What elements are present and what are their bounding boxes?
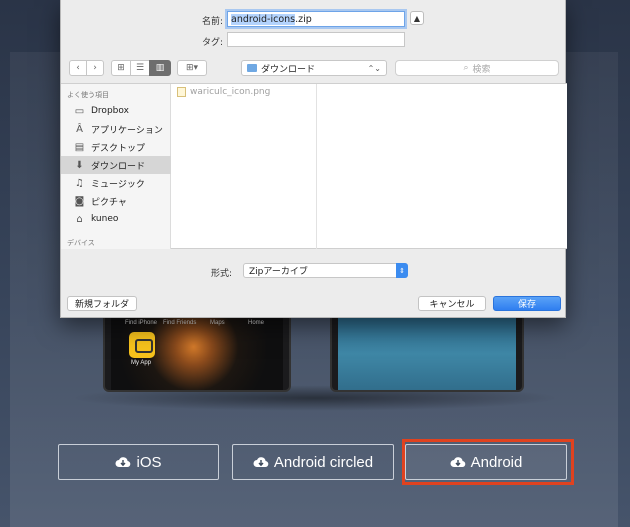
sidebar-item-downloads[interactable]: ⬇ ダウンロード xyxy=(61,156,171,174)
file-name: wariculc_icon.png xyxy=(190,87,271,97)
app-label-find-iphone: Find iPhone xyxy=(125,320,158,326)
filename-extension: .zip xyxy=(295,14,312,25)
sidebar-item-desktop[interactable]: ▤ デスクトップ xyxy=(61,138,171,156)
format-select[interactable]: Zipアーカイブ ⇕ xyxy=(243,263,408,278)
chevron-left-icon: ‹ xyxy=(76,63,80,73)
cloud-download-icon xyxy=(450,457,465,468)
download-android-circled-label: Android circled xyxy=(273,453,374,471)
search-placeholder: 検索 xyxy=(472,64,491,75)
download-ios-button[interactable]: iOS xyxy=(58,444,219,480)
download-android-label: Android xyxy=(470,453,523,471)
home-icon: ⌂ xyxy=(76,213,83,225)
tag-label: タグ: xyxy=(201,38,223,48)
desktop-icon: ▤ xyxy=(74,141,85,153)
back-button[interactable]: ‹ xyxy=(69,60,87,76)
sidebar-item-music[interactable]: ♫ ミュージック xyxy=(61,174,171,192)
app-label-home: Home xyxy=(248,320,265,326)
icon-view-button[interactable]: ⊞ xyxy=(111,60,131,76)
expand-dialog-button[interactable]: ▲ xyxy=(410,11,424,25)
new-folder-button[interactable]: 新規フォルダ xyxy=(67,296,137,311)
save-dialog: 名前: android-icons.zip ▲ タグ: ‹ › ⊞ ☰ ▥ ⊞▾… xyxy=(60,0,567,318)
columns-icon: ▥ xyxy=(155,63,165,73)
arrange-icon: ⊞▾ xyxy=(185,63,199,73)
chevron-up-icon: ▲ xyxy=(413,13,421,23)
list-icon: ☰ xyxy=(135,63,145,73)
location-label: ダウンロード xyxy=(261,64,316,75)
save-button[interactable]: 保存 xyxy=(493,296,561,311)
tags-input[interactable] xyxy=(227,32,405,47)
music-icon: ♫ xyxy=(75,177,84,189)
arrange-button[interactable]: ⊞▾ xyxy=(177,60,207,76)
sidebar-item-label: ピクチャ xyxy=(91,197,127,208)
my-app-icon xyxy=(129,332,155,358)
download-android-button[interactable]: Android xyxy=(405,444,567,480)
image-file-icon xyxy=(177,87,186,97)
sidebar-item-home[interactable]: ⌂ kuneo xyxy=(61,210,171,228)
filename-selection: android-icons xyxy=(231,14,296,25)
sidebar-item-label: アプリケーション xyxy=(91,125,163,136)
sidebar-item-label: Dropbox xyxy=(91,106,129,116)
chevron-updown-icon: ⇕ xyxy=(396,263,408,278)
grid-icon: ⊞ xyxy=(117,63,125,73)
water-wallpaper xyxy=(338,318,516,390)
download-ios-label: iOS xyxy=(136,453,162,471)
my-app-label: My App xyxy=(131,360,152,366)
favorites-header: よく使う項目 xyxy=(67,91,109,99)
chevron-right-icon: › xyxy=(93,63,97,73)
folder-icon xyxy=(247,64,257,72)
download-icon: ⬇ xyxy=(75,159,84,171)
home-screen-wallpaper: Find iPhone Find Friends Maps Home My Ap… xyxy=(111,318,283,390)
filename-input[interactable]: android-icons.zip xyxy=(227,11,405,27)
search-input[interactable]: ⌕ 検索 xyxy=(395,60,559,76)
sidebar-item-label: kuneo xyxy=(91,214,119,224)
name-label: 名前: xyxy=(201,17,223,27)
applications-icon: Â xyxy=(76,123,83,135)
devices-header: デバイス xyxy=(67,239,95,247)
sidebar-item-dropbox[interactable]: ▭ Dropbox xyxy=(61,102,171,120)
search-icon: ⌕ xyxy=(463,63,469,73)
sidebar-item-label: ミュージック xyxy=(91,179,145,190)
download-android-circled-button[interactable]: Android circled xyxy=(232,444,394,480)
iphone-preview-dark: Find iPhone Find Friends Maps Home My Ap… xyxy=(103,316,291,392)
iphone-preview-blue xyxy=(330,316,524,392)
cloud-download-icon xyxy=(115,457,131,468)
sidebar-item-pictures[interactable]: ◙ ピクチャ xyxy=(61,192,171,210)
sidebar-item-label: ダウンロード xyxy=(91,161,146,172)
forward-button[interactable]: › xyxy=(86,60,104,76)
chevron-updown-icon: ⌃⌄ xyxy=(367,63,381,73)
format-value: Zipアーカイブ xyxy=(249,267,308,277)
sidebar-item-label: デスクトップ xyxy=(91,143,146,154)
sidebar-item-applications[interactable]: Â アプリケーション xyxy=(61,120,171,138)
column-view-button[interactable]: ▥ xyxy=(149,60,171,76)
cancel-button[interactable]: キャンセル xyxy=(418,296,486,311)
file-column: wariculc_icon.png xyxy=(171,84,317,249)
cloud-download-icon xyxy=(253,457,269,468)
folder-icon: ▭ xyxy=(74,105,85,117)
sidebar: よく使う項目 ▭ Dropbox Â アプリケーション ▤ デスクトップ ⬇ ダ… xyxy=(61,84,171,249)
list-view-button[interactable]: ☰ xyxy=(130,60,150,76)
app-label-find-friends: Find Friends xyxy=(163,320,197,326)
camera-icon: ◙ xyxy=(74,195,85,207)
app-label-maps: Maps xyxy=(210,320,225,326)
location-popup[interactable]: ダウンロード ⌃⌄ xyxy=(241,60,387,76)
file-browser: よく使う項目 ▭ Dropbox Â アプリケーション ▤ デスクトップ ⬇ ダ… xyxy=(61,83,567,249)
file-item[interactable]: wariculc_icon.png xyxy=(177,87,270,97)
format-label: 形式: xyxy=(211,269,233,279)
